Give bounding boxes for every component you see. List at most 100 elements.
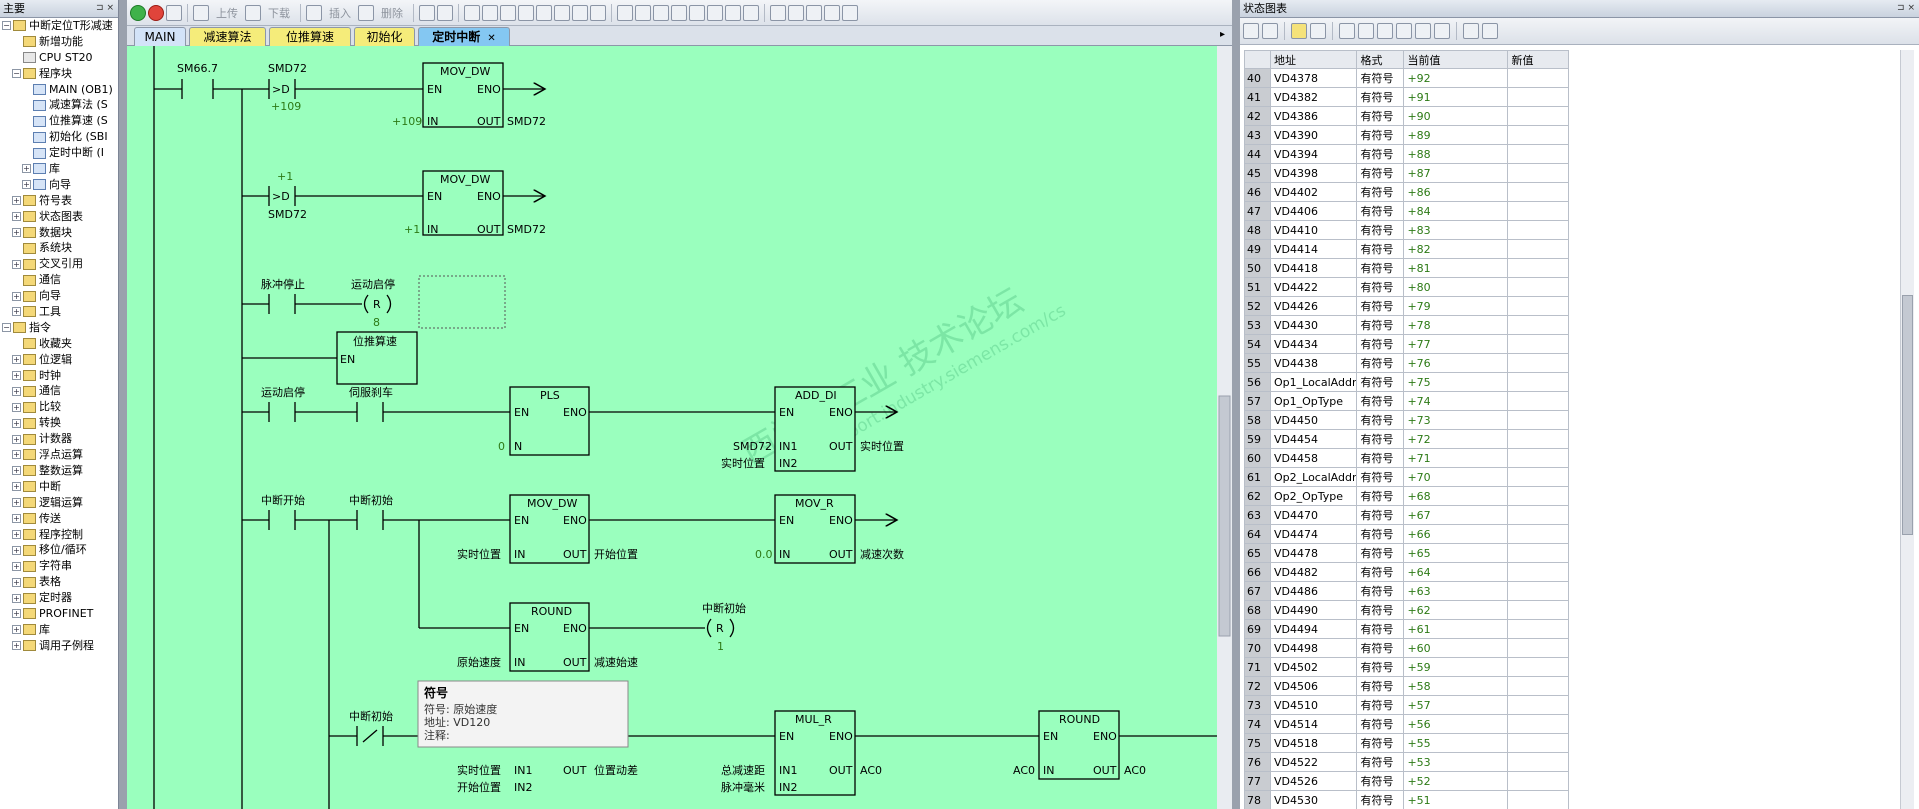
current-value-cell[interactable]: +90: [1403, 106, 1509, 126]
expand-icon[interactable]: +: [12, 514, 21, 524]
current-value-cell[interactable]: +53: [1403, 752, 1509, 772]
column-header[interactable]: 当前值: [1403, 50, 1509, 69]
table-row[interactable]: 68 VD4490 有符号 +62: [1244, 600, 1570, 620]
address-cell[interactable]: VD4502: [1269, 657, 1358, 677]
new-value-cell[interactable]: [1507, 410, 1570, 430]
new-value-cell[interactable]: [1507, 163, 1570, 183]
current-value-cell[interactable]: +91: [1403, 87, 1509, 107]
table-row[interactable]: 45 VD4398 有符号 +87: [1244, 163, 1570, 183]
format-cell[interactable]: 有符号: [1356, 239, 1405, 259]
expand-icon[interactable]: +: [12, 291, 21, 301]
new-value-cell[interactable]: [1507, 524, 1570, 544]
tree-item[interactable]: + 定时器: [0, 590, 118, 606]
current-value-cell[interactable]: +68: [1403, 486, 1509, 506]
format-cell[interactable]: 有符号: [1356, 657, 1405, 677]
current-value-cell[interactable]: +82: [1403, 239, 1509, 259]
current-value-cell[interactable]: +88: [1403, 144, 1509, 164]
collapse-icon[interactable]: −: [12, 69, 21, 79]
format-cell[interactable]: 有符号: [1356, 258, 1405, 278]
address-cell[interactable]: VD4514: [1269, 714, 1358, 734]
table-row[interactable]: 75 VD4518 有符号 +55: [1244, 733, 1570, 753]
format-cell[interactable]: 有符号: [1356, 752, 1405, 772]
current-value-cell[interactable]: +57: [1403, 695, 1509, 715]
address-cell[interactable]: VD4406: [1269, 201, 1358, 221]
address-cell[interactable]: VD4494: [1269, 619, 1358, 639]
current-value-cell[interactable]: +56: [1403, 714, 1509, 734]
new-value-cell[interactable]: [1507, 201, 1570, 221]
tree-item[interactable]: − 中断定位T形减速: [0, 18, 118, 34]
tree-item[interactable]: + 调用子例程: [0, 638, 118, 654]
address-cell[interactable]: VD4526: [1269, 771, 1358, 791]
format-cell[interactable]: 有符号: [1356, 505, 1405, 525]
format-cell[interactable]: 有符号: [1356, 733, 1405, 753]
monitor-icon[interactable]: [1291, 23, 1307, 39]
format-cell[interactable]: 有符号: [1356, 220, 1405, 240]
current-value-cell[interactable]: +59: [1403, 657, 1509, 677]
expand-icon[interactable]: +: [12, 450, 21, 460]
address-cell[interactable]: VD4402: [1269, 182, 1358, 202]
format-cell[interactable]: 有符号: [1356, 372, 1405, 392]
tree-item[interactable]: 减速算法 (S: [0, 97, 118, 113]
new-value-cell[interactable]: [1507, 695, 1570, 715]
tree-item[interactable]: + 向导: [0, 177, 118, 193]
address-cell[interactable]: VD4414: [1269, 239, 1358, 259]
trend-icon[interactable]: [1310, 23, 1326, 39]
tree-item[interactable]: + 库: [0, 161, 118, 177]
format-cell[interactable]: 有符号: [1356, 676, 1405, 696]
current-value-cell[interactable]: +81: [1403, 258, 1509, 278]
new-value-cell[interactable]: [1507, 391, 1570, 411]
current-value-cell[interactable]: +61: [1403, 619, 1509, 639]
table-row[interactable]: 76 VD4522 有符号 +53: [1244, 752, 1570, 772]
address-cell[interactable]: VD4510: [1269, 695, 1358, 715]
tab-4[interactable]: 定时中断 ✕: [418, 27, 510, 46]
tree-item[interactable]: + 时钟: [0, 368, 118, 384]
new-value-cell[interactable]: [1507, 486, 1570, 506]
address-cell[interactable]: VD4430: [1269, 315, 1358, 335]
table-row[interactable]: 71 VD4502 有符号 +59: [1244, 657, 1570, 677]
tree-item[interactable]: + 向导: [0, 288, 118, 304]
current-value-cell[interactable]: +71: [1403, 448, 1509, 468]
current-value-cell[interactable]: +80: [1403, 277, 1509, 297]
splitter-left[interactable]: [119, 0, 127, 809]
new-value-cell[interactable]: [1507, 106, 1570, 126]
tree-item[interactable]: MAIN (OB1): [0, 82, 118, 98]
table-row[interactable]: 78 VD4530 有符号 +51: [1244, 790, 1570, 809]
new-value-cell[interactable]: [1507, 220, 1570, 240]
new-value-cell[interactable]: [1507, 657, 1570, 677]
tree-item[interactable]: + 符号表: [0, 193, 118, 209]
expand-icon[interactable]: +: [12, 625, 21, 635]
table-row[interactable]: 63 VD4470 有符号 +67: [1244, 505, 1570, 525]
format-cell[interactable]: 有符号: [1356, 296, 1405, 316]
tree-item[interactable]: + 逻辑运算: [0, 495, 118, 511]
current-value-cell[interactable]: +51: [1403, 790, 1509, 809]
editor-vscroll-thumb[interactable]: [1218, 395, 1231, 637]
new-value-cell[interactable]: [1507, 334, 1570, 354]
tree-item[interactable]: 新增功能: [0, 34, 118, 50]
expand-icon[interactable]: +: [12, 482, 21, 492]
bookmark-icon[interactable]: [482, 4, 498, 21]
address-cell[interactable]: VD4398: [1269, 163, 1358, 183]
format-cell[interactable]: 有符号: [1356, 695, 1405, 715]
format-cell[interactable]: 有符号: [1356, 486, 1405, 506]
line-down-icon[interactable]: [671, 4, 687, 21]
current-value-cell[interactable]: +75: [1403, 372, 1509, 392]
table-row[interactable]: 48 VD4410 有符号 +83: [1244, 220, 1570, 240]
delete-button[interactable]: 删除: [376, 5, 408, 21]
format-cell[interactable]: 有符号: [1356, 429, 1405, 449]
format-cell[interactable]: 有符号: [1356, 334, 1405, 354]
tree-item[interactable]: + PROFINET: [0, 606, 118, 622]
address-cell[interactable]: VD4506: [1269, 676, 1358, 696]
expand-icon[interactable]: +: [12, 371, 21, 381]
new-value-cell[interactable]: [1507, 144, 1570, 164]
table-row[interactable]: 44 VD4394 有符号 +88: [1244, 144, 1570, 164]
expand-icon[interactable]: +: [12, 641, 21, 651]
tree-item[interactable]: + 比较: [0, 399, 118, 415]
format-cell[interactable]: 有符号: [1356, 600, 1405, 620]
expand-icon[interactable]: +: [12, 212, 21, 222]
current-value-cell[interactable]: +62: [1403, 600, 1509, 620]
address-cell[interactable]: VD4450: [1269, 410, 1358, 430]
upload-icon[interactable]: [193, 4, 209, 21]
expand-icon[interactable]: +: [12, 577, 21, 587]
format-cell[interactable]: 有符号: [1356, 714, 1405, 734]
table-row[interactable]: 43 VD4390 有符号 +89: [1244, 125, 1570, 145]
